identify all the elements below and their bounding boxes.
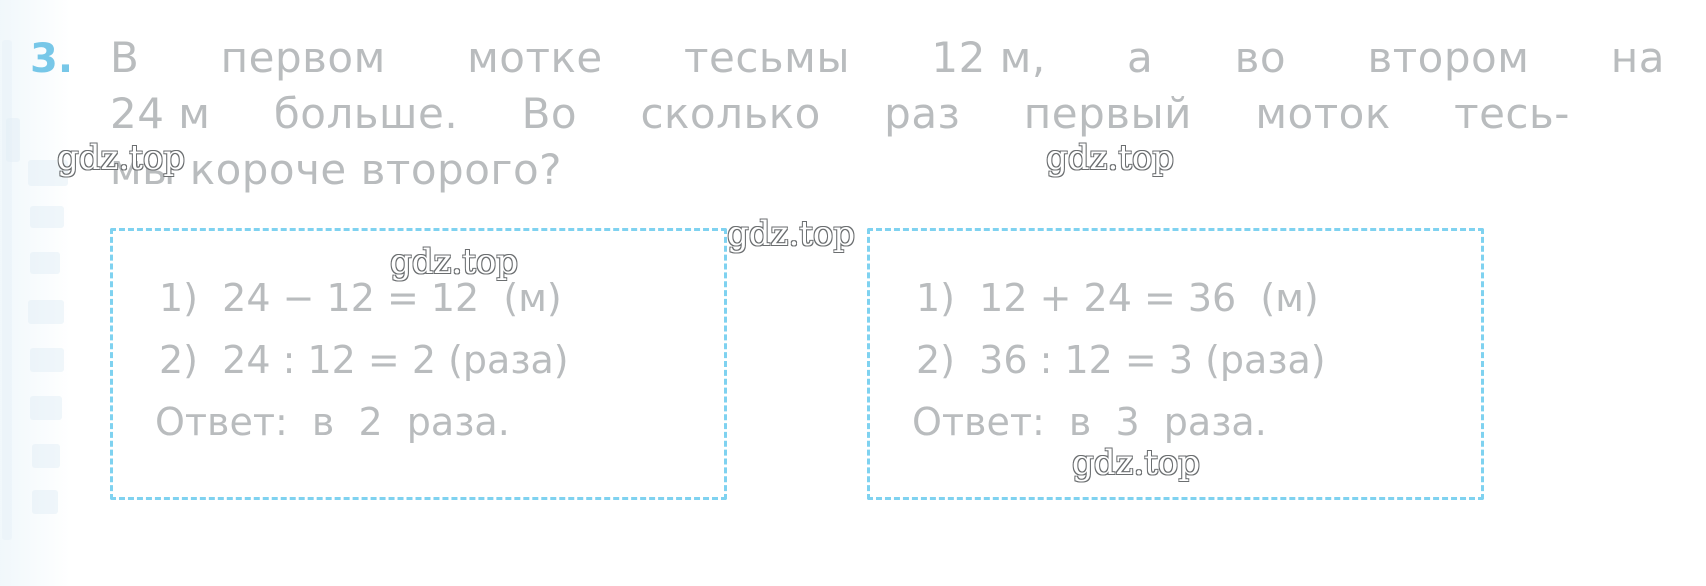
statement-line-1: В первом мотке тесьмы 12 м, а во втором … xyxy=(110,30,1665,86)
left-answer-lines: 1) 24 − 12 = 12 (м) 2) 24 : 12 = 2 (раза… xyxy=(113,267,724,453)
statement-word: во xyxy=(1234,33,1287,82)
left-answer-step-2: 2) 24 : 12 = 2 (раза) xyxy=(159,338,569,382)
statement-line-2: 24 м больше. Во сколько раз первый моток… xyxy=(110,86,1570,142)
left-answer-result: Ответ: в 2 раза. xyxy=(155,400,510,444)
statement-word: В xyxy=(110,33,140,82)
statement-word: на xyxy=(1610,33,1665,82)
right-answer-step-2: 2) 36 : 12 = 3 (раза) xyxy=(916,338,1326,382)
right-answer-result: Ответ: в 3 раза. xyxy=(912,400,1267,444)
statement-word: мотке xyxy=(467,33,603,82)
statement-line-3: мы короче второго? xyxy=(110,145,562,194)
statement-word: а xyxy=(1127,33,1154,82)
statement-word: больше. xyxy=(273,89,459,138)
right-answer-box: 1) 12 + 24 = 36 (м) 2) 36 : 12 = 3 (раза… xyxy=(867,228,1484,500)
task-statement: В первом мотке тесьмы 12 м, а во втором … xyxy=(110,30,1670,198)
statement-word: 12 м, xyxy=(931,33,1046,82)
statement-word: моток xyxy=(1255,89,1391,138)
statement-word: тесьмы xyxy=(684,33,851,82)
right-answer-lines: 1) 12 + 24 = 36 (м) 2) 36 : 12 = 3 (раза… xyxy=(870,267,1481,453)
statement-word: первый xyxy=(1023,89,1192,138)
statement-word: тесь- xyxy=(1454,89,1570,138)
answer-boxes: 1) 24 − 12 = 12 (м) 2) 24 : 12 = 2 (раза… xyxy=(0,228,1706,508)
right-answer-step-1: 1) 12 + 24 = 36 (м) xyxy=(916,276,1319,320)
worksheet-page: 3. В первом мотке тесьмы 12 м, а во втор… xyxy=(0,0,1706,586)
statement-word: сколько xyxy=(640,89,821,138)
scan-artifact xyxy=(30,206,64,228)
statement-word: Во xyxy=(521,89,578,138)
left-answer-step-1: 1) 24 − 12 = 12 (м) xyxy=(159,276,562,320)
left-answer-box: 1) 24 − 12 = 12 (м) 2) 24 : 12 = 2 (раза… xyxy=(110,228,727,500)
statement-word: втором xyxy=(1367,33,1530,82)
statement-word: раз xyxy=(884,89,961,138)
statement-word: первом xyxy=(220,33,386,82)
statement-word: 24 м xyxy=(110,89,211,138)
task-number: 3. xyxy=(30,36,74,82)
scan-artifact xyxy=(28,160,68,186)
